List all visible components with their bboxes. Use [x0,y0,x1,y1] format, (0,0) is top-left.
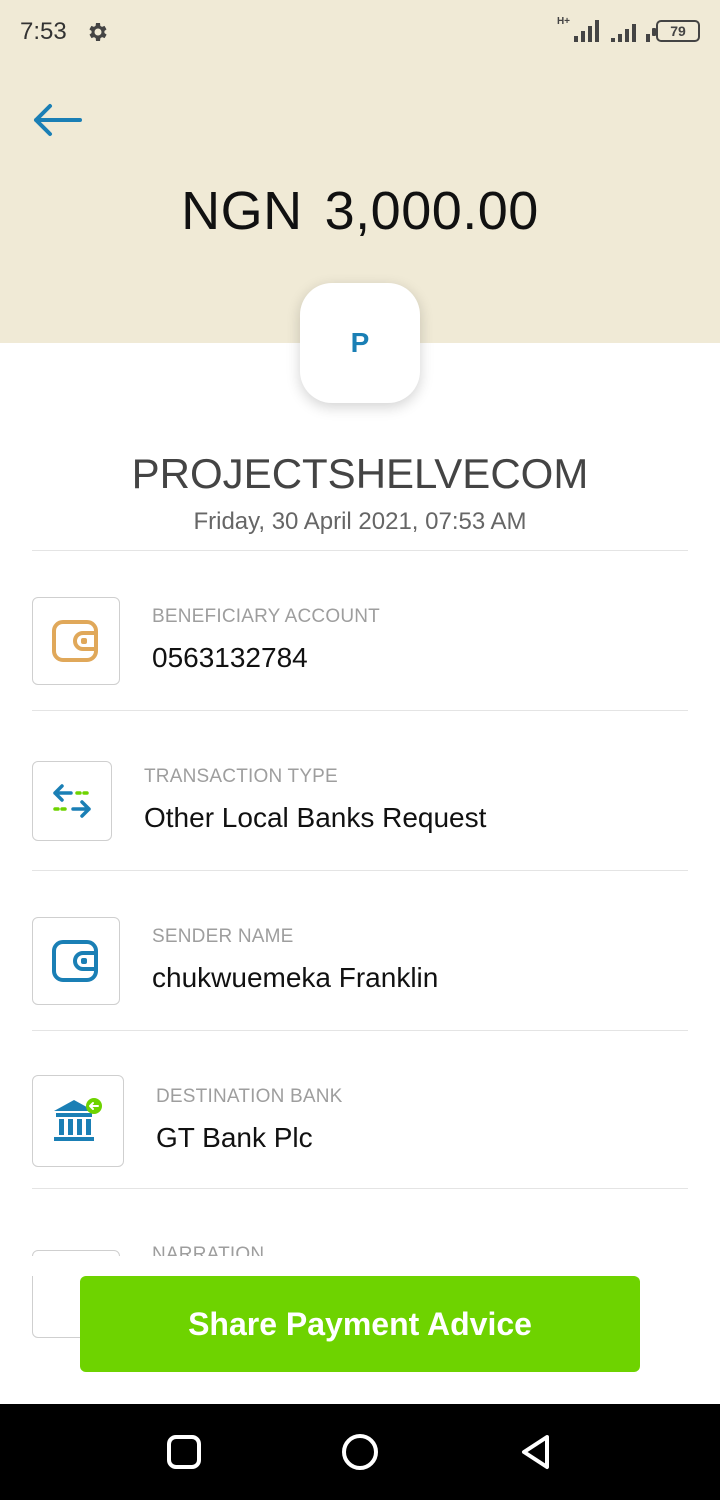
sender-wallet-icon-box [32,917,120,1005]
bank-icon-box [32,1075,124,1167]
wallet-icon-box [32,597,120,685]
divider [32,1030,688,1031]
share-payment-advice-button[interactable]: Share Payment Advice [80,1276,640,1372]
divider [32,710,688,711]
square-recents-icon[interactable] [164,1432,204,1472]
divider [32,1188,688,1189]
signal-icon [574,20,599,42]
system-nav-bar [0,1404,720,1500]
destination-bank-label: DESTINATION BANK [156,1086,343,1107]
avatar: P [300,283,420,403]
transfer-icon-box [32,761,112,841]
signal-icon [611,20,636,42]
merchant-name: PROJECTSHELVECOM [131,450,589,497]
beneficiary-account-label: BENEFICIARY ACCOUNT [152,606,380,627]
scroll-clip [0,1256,720,1276]
network-type: H+ [556,16,570,27]
sender-name-label: SENDER NAME [152,926,294,947]
transaction-datetime: Friday, 30 April 2021, 07:53 AM [193,508,527,535]
transaction-type-label: TRANSACTION TYPE [144,766,338,787]
battery-level: 79 [670,23,686,39]
sender-name-value: chukwuemeka Franklin [152,962,439,993]
gear-icon [89,23,107,41]
transaction-type-value: Other Local Banks Request [144,802,487,833]
destination-bank-value: GT Bank Plc [156,1122,313,1153]
divider [32,870,688,871]
circle-home-icon[interactable] [340,1432,380,1472]
currency-code: NGN [181,181,303,241]
avatar-letter: P [350,327,370,358]
battery-icon: 79 [652,20,700,42]
triangle-back-icon[interactable] [516,1432,556,1472]
wallet-icon [52,620,98,662]
bank-icon [54,1098,102,1141]
status-time: 7:53 [20,18,67,45]
signal-icon [646,20,650,42]
transfer-arrows-icon [53,784,91,818]
arrow-left-icon[interactable] [28,100,86,140]
divider [32,550,688,551]
status-bar: 7:53 H+ 79 [0,0,720,64]
beneficiary-account-value: 0563132784 [152,642,308,673]
wallet-icon [52,940,98,982]
amount-value: 3,000.00 [324,181,539,241]
transaction-amount: NGN 3,000.00 [0,180,720,242]
status-indicators: H+ 79 [557,16,700,46]
